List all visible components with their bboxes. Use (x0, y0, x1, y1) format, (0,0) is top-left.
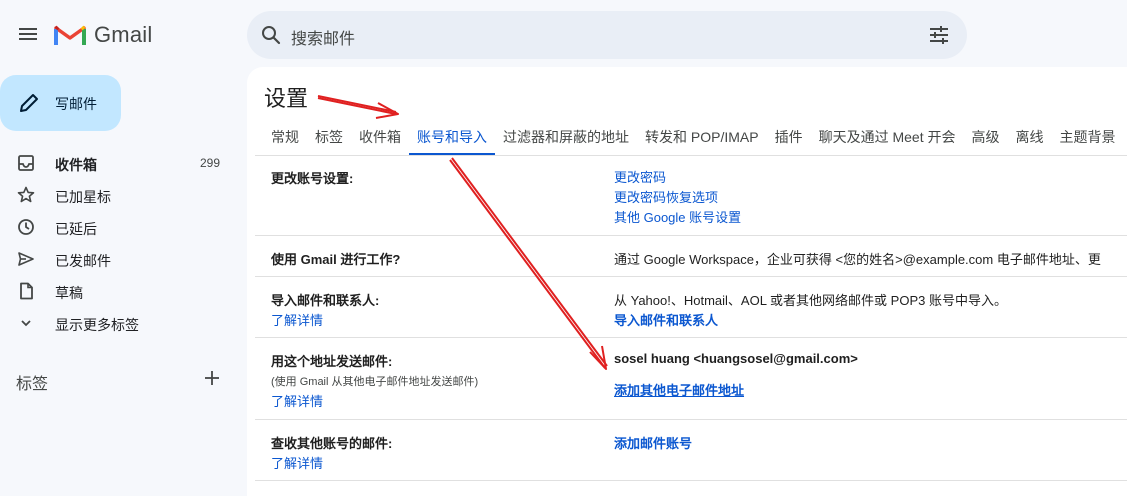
unread-count: 299 (199, 156, 220, 170)
change-password-link[interactable]: 更改密码 (614, 167, 666, 186)
gmail-logo[interactable]: Gmail (54, 20, 152, 50)
tab-offline[interactable]: 离线 (1007, 119, 1051, 155)
learn-more-link[interactable]: 了解详情 (271, 310, 323, 329)
pencil-icon (20, 94, 38, 112)
add-mail-account-link[interactable]: 添加邮件账号 (614, 433, 692, 452)
row-label: 用这个地址发送邮件: (271, 354, 393, 369)
tab-addons[interactable]: 插件 (767, 119, 811, 155)
tab-forwarding[interactable]: 转发和 POP/IMAP (637, 119, 767, 155)
compose-button[interactable]: 写邮件 (0, 75, 121, 131)
row-label: 导入邮件和联系人: (271, 293, 380, 308)
tab-accounts-import[interactable]: 账号和导入 (409, 119, 495, 155)
row-sublabel: (使用 Gmail 从其他电子邮件地址发送邮件) (271, 376, 479, 388)
sidebar-nav: 收件箱 299 已加星标 已延后 已发邮件 草稿 显示更多标签 (0, 147, 236, 339)
sidebar-item-sent[interactable]: 已发邮件 (0, 243, 236, 275)
sidebar-item-snoozed[interactable]: 已延后 (0, 211, 236, 243)
search-bar[interactable]: 搜索邮件 (247, 11, 967, 59)
tab-chat-meet[interactable]: 聊天及通过 Meet 开会 (811, 119, 964, 155)
sidebar-item-label: 已加星标 (55, 189, 111, 205)
clock-icon (18, 219, 34, 235)
row-label: 查收其他账号的邮件: (271, 436, 393, 451)
sidebar-item-label: 已发邮件 (55, 253, 111, 269)
learn-more-link[interactable]: 了解详情 (271, 391, 323, 410)
settings-row-import: 导入邮件和联系人: 了解详情 从 Yahoo!、Hotmail、AOL 或者其他… (255, 277, 1127, 338)
tab-labels[interactable]: 标签 (307, 119, 351, 155)
settings-row-next (255, 481, 1127, 496)
tab-themes[interactable]: 主题背景 (1051, 119, 1123, 155)
workspace-description: 通过 Google Workspace，企业可获得 <您的姓名>@example… (614, 252, 1101, 267)
settings-row-check-mail: 查收其他账号的邮件: 了解详情 添加邮件账号 (255, 420, 1127, 481)
sidebar-item-label: 收件箱 (55, 157, 97, 173)
search-options-icon[interactable] (927, 23, 951, 47)
inbox-icon (18, 155, 34, 171)
import-mail-contacts-link[interactable]: 导入邮件和联系人 (614, 310, 718, 329)
import-description: 从 Yahoo!、Hotmail、AOL 或者其他网络邮件或 POP3 账号中导… (614, 293, 1007, 308)
tab-advanced[interactable]: 高级 (963, 119, 1007, 155)
top-bar: Gmail 搜索邮件 (0, 0, 1127, 68)
draft-icon (20, 282, 33, 300)
send-as-address: sosel huang <huangsosel@gmail.com> (614, 351, 858, 366)
search-input[interactable]: 搜索邮件 (291, 25, 355, 49)
add-label-icon[interactable] (202, 368, 222, 388)
star-icon (17, 186, 35, 203)
tab-filters[interactable]: 过滤器和屏蔽的地址 (495, 119, 637, 155)
settings-panel: 设置 常规 标签 收件箱 账号和导入 过滤器和屏蔽的地址 转发和 POP/IMA… (247, 67, 1127, 496)
row-label: 使用 Gmail 进行工作? (271, 252, 401, 267)
hamburger-menu-icon (19, 28, 37, 40)
sidebar-item-drafts[interactable]: 草稿 (0, 275, 236, 307)
sidebar-item-label: 草稿 (55, 285, 83, 301)
change-recovery-link[interactable]: 更改密码恢复选项 (614, 187, 718, 206)
gmail-m-icon (54, 25, 86, 45)
chevron-down-icon (21, 320, 31, 327)
add-email-address-link[interactable]: 添加其他电子邮件地址 (614, 380, 744, 399)
app-name: Gmail (94, 22, 153, 47)
settings-row-workspace: 使用 Gmail 进行工作? 通过 Google Workspace，企业可获得… (255, 236, 1127, 277)
labels-section-header: 标签 (0, 362, 236, 394)
google-account-settings-link[interactable]: 其他 Google 账号设置 (614, 207, 741, 226)
send-icon (18, 252, 34, 266)
labels-heading: 标签 (16, 376, 49, 393)
sidebar-item-starred[interactable]: 已加星标 (0, 179, 236, 211)
tab-general[interactable]: 常规 (263, 119, 307, 155)
search-icon[interactable] (259, 23, 283, 47)
sidebar-item-label: 显示更多标签 (55, 317, 139, 333)
settings-row-change-account: 更改账号设置: 更改密码 更改密码恢复选项 其他 Google 账号设置 (255, 156, 1127, 236)
learn-more-link[interactable]: 了解详情 (271, 453, 323, 472)
settings-row-send-as: 用这个地址发送邮件: (使用 Gmail 从其他电子邮件地址发送邮件) 了解详情… (255, 338, 1127, 420)
sidebar-item-label: 已延后 (55, 221, 97, 237)
tab-inbox[interactable]: 收件箱 (351, 119, 409, 155)
sidebar-item-inbox[interactable]: 收件箱 299 (0, 147, 236, 179)
main-menu-button[interactable] (8, 14, 48, 54)
page-title: 设置 (264, 86, 309, 111)
row-label: 更改账号设置: (271, 171, 354, 186)
compose-label: 写邮件 (55, 96, 97, 112)
settings-tabs: 常规 标签 收件箱 账号和导入 过滤器和屏蔽的地址 转发和 POP/IMAP 插… (263, 119, 1123, 155)
sidebar-item-more[interactable]: 显示更多标签 (0, 307, 236, 339)
